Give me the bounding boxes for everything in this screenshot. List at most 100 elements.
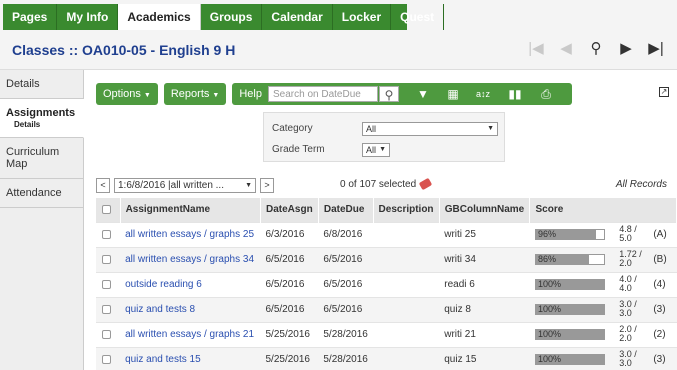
- column-header-gb-column-name[interactable]: GBColumnName: [439, 198, 531, 222]
- date-asgn-cell: 6/5/2016: [260, 296, 319, 322]
- first-record-icon[interactable]: |◀: [521, 39, 551, 57]
- date-due-cell: 5/28/2016: [318, 346, 374, 370]
- next-page-button[interactable]: >: [260, 177, 274, 193]
- print-icon[interactable]: ⎙: [536, 86, 556, 102]
- sidebar-item-assignments[interactable]: Assignments Details: [0, 99, 84, 138]
- previous-record-icon[interactable]: ◀: [551, 39, 581, 57]
- score-fraction: 2.0 /2.0: [619, 325, 643, 343]
- sidebar-item-details[interactable]: Details: [0, 70, 83, 99]
- date-due-cell: 6/5/2016: [318, 296, 374, 322]
- selection-count: 0 of 107 selected: [340, 179, 417, 190]
- previous-page-button[interactable]: <: [96, 177, 110, 193]
- row-checkbox[interactable]: [102, 329, 111, 339]
- sort-az-icon[interactable]: a↕z: [473, 86, 493, 102]
- search-icon[interactable]: ⚲: [581, 39, 611, 57]
- reports-label: Reports: [170, 88, 210, 100]
- sidebar-subitem-label[interactable]: Details: [6, 120, 77, 129]
- column-header-date-due[interactable]: DateDue: [318, 198, 374, 222]
- score-fraction-cell: 1.72 /2.0: [614, 246, 649, 272]
- assignment-name-cell: all written essays / graphs 34: [120, 246, 261, 272]
- score-fraction: 3.0 /3.0: [619, 350, 643, 368]
- tab-academics[interactable]: Academics: [118, 4, 201, 30]
- table-row: all written essays / graphs 34 6/5/2016 6/…: [96, 246, 677, 272]
- pager: < 1:6/8/2016 |all written ... ▼ >: [96, 177, 274, 193]
- table-header-row: AssignmentName DateAsgn DateDue Descript…: [96, 198, 677, 222]
- score-fraction: 3.0 /3.0: [619, 300, 643, 318]
- score-letter: (3): [653, 354, 666, 366]
- column-header-assignment-name[interactable]: AssignmentName: [120, 198, 262, 222]
- sidebar-item-label: Details: [6, 78, 40, 90]
- score-bar: 96%: [534, 229, 605, 240]
- tab-groups[interactable]: Groups: [201, 4, 263, 30]
- assignment-link[interactable]: all written essays / graphs 34: [125, 254, 254, 265]
- row-select-cell: [96, 296, 121, 322]
- score-bar-cell: 100%: [529, 271, 615, 297]
- next-record-icon[interactable]: ▶: [611, 39, 641, 57]
- score-bar-cell: 100%: [529, 296, 615, 322]
- tab-quest[interactable]: Quest: [391, 4, 445, 30]
- chevron-down-icon: ▼: [245, 181, 252, 189]
- select-all-checkbox[interactable]: [102, 205, 111, 215]
- tab-calendar[interactable]: Calendar: [262, 4, 333, 30]
- score-possible: 3.0: [619, 308, 632, 318]
- score-letter-cell: (A): [648, 221, 677, 247]
- assignment-link[interactable]: quiz and tests 15: [125, 354, 201, 365]
- row-select-cell: [96, 246, 121, 272]
- assignment-link[interactable]: outside reading 6: [125, 279, 202, 290]
- tab-pages[interactable]: Pages: [3, 4, 58, 30]
- score-bar-cell: 100%: [529, 321, 615, 347]
- sidebar-item-attendance[interactable]: Attendance: [0, 179, 83, 208]
- score-bar: 100%: [534, 279, 605, 290]
- top-tab-bar: Pages My Info Academics Groups Calendar Locke…: [3, 4, 445, 30]
- assignment-link[interactable]: quiz and tests 8: [125, 304, 195, 315]
- options-button[interactable]: Options ▼: [96, 83, 158, 105]
- row-checkbox[interactable]: [102, 254, 111, 264]
- score-letter: (2): [653, 329, 666, 340]
- grade-term-select[interactable]: All ▼: [362, 143, 390, 157]
- row-select-cell: [96, 321, 121, 347]
- last-record-icon[interactable]: ▶|: [641, 39, 671, 57]
- assignment-link[interactable]: all written essays / graphs 21: [125, 329, 254, 340]
- score-letter-cell: (3): [648, 296, 677, 322]
- page-select[interactable]: 1:6/8/2016 |all written ... ▼: [114, 177, 256, 193]
- row-select-cell: [96, 346, 121, 370]
- sidebar-item-curriculum-map[interactable]: Curriculum Map: [0, 138, 83, 179]
- column-header-date-asgn[interactable]: DateAsgn: [260, 198, 319, 222]
- tab-my-info[interactable]: My Info: [57, 4, 119, 30]
- row-checkbox[interactable]: [102, 279, 111, 289]
- score-possible: 5.0: [619, 233, 632, 243]
- page-header: Classes :: OA010-05 - English 9 H |◀ ◀ ⚲…: [0, 30, 677, 70]
- reports-button[interactable]: Reports ▼: [163, 83, 227, 105]
- score-percent: 100%: [537, 354, 562, 365]
- score-percent: 100%: [537, 329, 562, 339]
- score-bar-cell: 100%: [529, 346, 615, 370]
- row-checkbox[interactable]: [102, 229, 111, 239]
- search-input[interactable]: [268, 86, 378, 102]
- grid-icon[interactable]: ▦: [443, 86, 463, 102]
- score-possible: 3.0: [619, 358, 632, 369]
- category-select[interactable]: All ▼: [362, 122, 498, 136]
- column-header-score[interactable]: Score: [529, 198, 677, 222]
- score-percent: 100%: [537, 279, 562, 289]
- page-title: Classes :: OA010-05 - English 9 H: [12, 42, 236, 58]
- score-fraction-cell: 2.0 /2.0: [614, 321, 649, 347]
- eraser-icon[interactable]: [418, 178, 433, 191]
- column-header-description[interactable]: Description: [373, 198, 440, 222]
- search-icon[interactable]: ⚲: [379, 86, 399, 102]
- selection-status: 0 of 107 selected: [340, 178, 433, 191]
- tab-locker[interactable]: Locker: [333, 4, 392, 30]
- score-bar-cell: 86%: [529, 246, 615, 272]
- description-cell: [373, 296, 440, 322]
- score-fraction-cell: 4.8 /5.0: [614, 221, 649, 247]
- filter-icon[interactable]: ▼: [413, 86, 433, 102]
- sidebar-item-label: Attendance: [6, 187, 62, 199]
- row-checkbox[interactable]: [102, 304, 111, 314]
- toolbar: Options▼ Reports▼ Help▼: [96, 83, 279, 105]
- date-due-cell: 5/28/2016: [318, 321, 374, 347]
- score-fraction: 4.8 /5.0: [619, 225, 643, 243]
- score-fraction-cell: 3.0 /3.0: [614, 296, 649, 322]
- chart-icon[interactable]: ▮▮: [505, 86, 525, 102]
- popout-icon[interactable]: ↗: [659, 87, 669, 97]
- row-checkbox[interactable]: [102, 355, 111, 365]
- assignment-link[interactable]: all written essays / graphs 25: [125, 229, 254, 240]
